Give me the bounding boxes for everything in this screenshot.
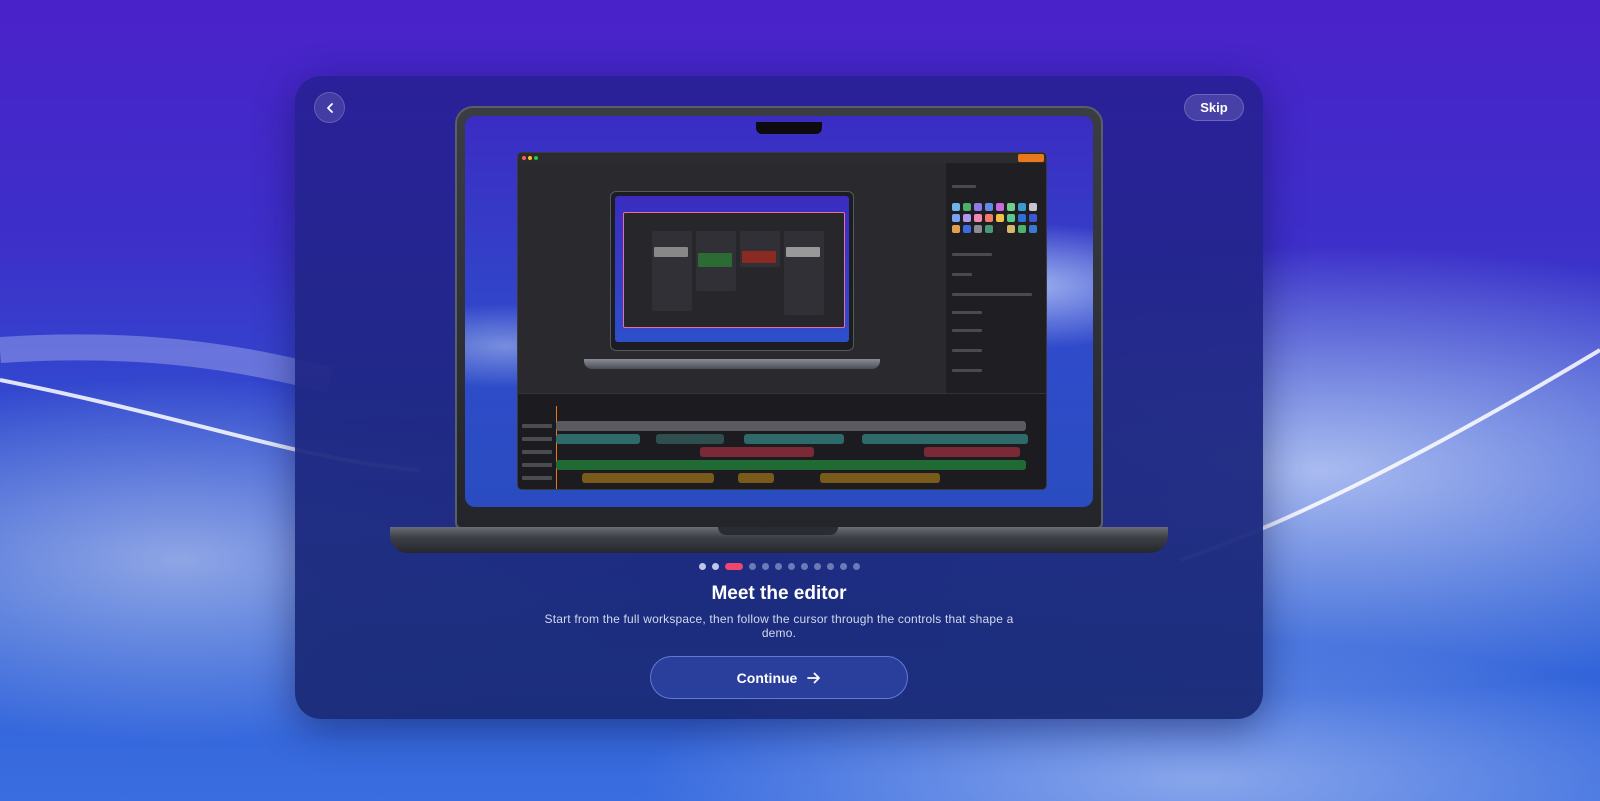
step-dot[interactable] <box>813 562 821 570</box>
step-dot[interactable] <box>761 562 769 570</box>
track-label <box>522 437 552 441</box>
wallpaper-swatch <box>985 203 993 211</box>
inspector-label <box>952 273 972 276</box>
wallpaper-swatch <box>974 225 982 233</box>
wallpaper-swatch <box>1018 214 1026 222</box>
timeline-playhead <box>556 406 557 489</box>
laptop-base <box>390 527 1168 553</box>
step-title: Meet the editor <box>711 583 847 604</box>
wallpaper-swatch <box>996 214 1004 222</box>
wallpaper-swatch <box>1007 203 1015 211</box>
wallpaper-swatch <box>985 225 993 233</box>
track-label <box>522 476 552 480</box>
inspector-label <box>952 253 992 256</box>
recording-track <box>556 421 1026 431</box>
wallpaper-swatch <box>985 214 993 222</box>
step-dot[interactable] <box>787 562 795 570</box>
step-dot[interactable] <box>698 562 706 570</box>
zoom-dot <box>534 156 538 160</box>
wallpaper-swatch <box>1007 225 1015 233</box>
wallpaper-swatch <box>952 225 960 233</box>
inspector-label <box>952 349 982 352</box>
step-dot[interactable] <box>800 562 808 570</box>
wallpaper-swatch <box>1018 203 1026 211</box>
step-pager <box>295 562 1263 570</box>
wallpaper-swatch <box>1007 214 1015 222</box>
preview-thumb <box>786 247 820 257</box>
wallpaper-swatch <box>952 214 960 222</box>
track-label <box>522 463 552 467</box>
wallpaper-swatch <box>974 203 982 211</box>
step-dot[interactable] <box>748 562 756 570</box>
preview-thumb <box>698 253 732 267</box>
track-label <box>522 450 552 454</box>
preview-app-frame <box>623 212 845 328</box>
zoom-segment <box>924 447 1020 457</box>
inspector-label <box>952 311 982 314</box>
step-dot[interactable] <box>826 562 834 570</box>
editor-screenshot <box>517 152 1047 490</box>
camera-segment <box>744 434 844 444</box>
speed-segment <box>582 473 714 483</box>
inspector-label <box>952 293 1032 296</box>
preview-thumb <box>742 251 776 263</box>
wallpaper-swatch <box>963 214 971 222</box>
audio-waveform <box>556 460 1026 470</box>
camera-segment <box>556 434 640 444</box>
camera-notch <box>756 122 822 134</box>
preview-laptop <box>610 191 854 351</box>
preview-column <box>784 231 824 315</box>
wallpaper-swatch <box>1029 225 1037 233</box>
camera-segment <box>656 434 724 444</box>
minimize-dot <box>528 156 532 160</box>
editor-titlebar <box>518 153 1046 163</box>
step-description: Start from the full workspace, then foll… <box>544 612 1014 640</box>
laptop-illustration <box>455 106 1103 529</box>
editor-canvas <box>518 163 948 393</box>
wallpaper-swatch <box>996 203 1004 211</box>
wallpaper-swatch <box>963 225 971 233</box>
speed-segment <box>820 473 940 483</box>
speed-segment <box>738 473 774 483</box>
laptop-opening-notch <box>718 527 838 535</box>
wallpaper-swatch <box>996 225 1004 233</box>
inspector-label <box>952 369 982 372</box>
preview-column <box>652 231 692 311</box>
track-label <box>522 424 552 428</box>
continue-label: Continue <box>736 669 798 686</box>
wallpaper-swatch <box>1029 203 1037 211</box>
laptop-screen <box>465 116 1093 507</box>
preview-laptop-base <box>584 359 880 369</box>
editor-timeline <box>518 393 1046 489</box>
camera-segment <box>862 434 1028 444</box>
step-dot[interactable] <box>711 562 719 570</box>
close-dot <box>522 156 526 160</box>
wallpaper-swatch <box>1029 214 1037 222</box>
wallpaper-swatch <box>963 203 971 211</box>
wallpaper-swatch <box>974 214 982 222</box>
wallpaper-swatch <box>952 203 960 211</box>
arrow-right-icon <box>807 672 821 683</box>
chevron-left-icon <box>326 102 333 113</box>
export-badge <box>1018 154 1044 162</box>
inspector-label <box>952 329 982 332</box>
onboarding-card: Skip Meet the editor Start from the full… <box>295 76 1263 719</box>
step-dot[interactable] <box>774 562 782 570</box>
step-dot[interactable] <box>839 562 847 570</box>
preview-screen <box>615 196 849 342</box>
inspector-panel <box>946 163 1046 393</box>
step-dot[interactable] <box>852 562 860 570</box>
skip-button[interactable]: Skip <box>1184 94 1244 121</box>
inspector-label <box>952 185 976 188</box>
zoom-segment <box>700 447 814 457</box>
preview-thumb <box>654 247 688 257</box>
wallpaper-swatch <box>1018 225 1026 233</box>
continue-button[interactable]: Continue <box>650 656 908 699</box>
back-button[interactable] <box>314 92 345 123</box>
step-dot-active[interactable] <box>724 562 743 570</box>
